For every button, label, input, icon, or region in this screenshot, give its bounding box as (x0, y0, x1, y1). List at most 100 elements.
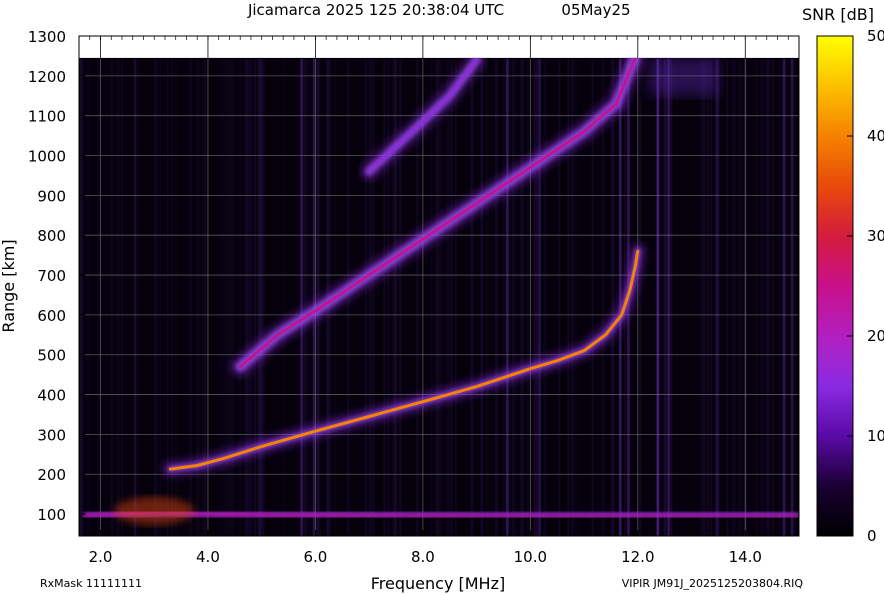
noise-streak (439, 59, 443, 536)
noise-streak (431, 59, 433, 536)
noise-streak (239, 59, 241, 536)
noise-streak (710, 59, 712, 536)
noise-streak (738, 59, 742, 536)
noise-streak (663, 59, 667, 536)
noise-streak (705, 59, 709, 536)
y-tick-label: 800 (37, 227, 66, 245)
chart-title: Jicamarca 2025 125 20:38:04 UTC (247, 1, 504, 19)
x-tick-label: 4.0 (196, 548, 220, 566)
noise-streak (481, 59, 484, 536)
noise-streak (307, 59, 310, 536)
trace-point (634, 266, 636, 268)
colorbar (816, 35, 854, 537)
noise-streak (134, 59, 137, 536)
noise-streak (454, 59, 457, 536)
interference-column (790, 59, 794, 536)
noise-streak (725, 59, 727, 536)
noise-streak (158, 59, 162, 536)
noise-streak (244, 59, 248, 536)
trace-point (637, 250, 639, 252)
y-tick-label: 1300 (28, 28, 66, 46)
y-tick-label: 100 (37, 506, 66, 524)
trace-point (604, 334, 607, 336)
colorbar-tick-label: 40 (867, 127, 884, 145)
noise-streak (391, 59, 394, 536)
noise-streak (248, 59, 252, 536)
y-tick-label: 400 (37, 387, 66, 405)
noise-streak (771, 59, 775, 536)
noise-streak (365, 59, 367, 536)
colorbar-tick-label: 30 (867, 227, 884, 245)
noise-streak (305, 59, 307, 536)
noise-streak (435, 59, 438, 536)
noise-streak (511, 59, 515, 536)
trace-point (475, 202, 478, 205)
date-label: 05May25 (561, 1, 630, 19)
noise-streak (781, 59, 783, 536)
x-tick-label: 14.0 (729, 548, 762, 566)
interference-column (667, 59, 670, 536)
noise-streak (111, 59, 114, 536)
trace-point (475, 385, 478, 388)
clutter-hotspot (114, 496, 195, 525)
noise-streak (526, 59, 530, 536)
x-tick-label: 6.0 (303, 548, 327, 566)
trace-point (411, 130, 413, 133)
trace-point (422, 400, 424, 403)
colorbar-label: SNR [dB] (802, 5, 874, 24)
x-tick-label: 2.0 (89, 548, 113, 566)
noise-streak (376, 59, 378, 536)
noise-streak (731, 59, 733, 536)
noise-streak (446, 59, 450, 536)
trace-point (475, 59, 478, 61)
x-tick-label: 12.0 (621, 548, 654, 566)
noise-streak (368, 59, 372, 536)
y-tick-label: 1200 (28, 68, 66, 86)
noise-streak (794, 59, 796, 536)
noise-streak (80, 59, 84, 536)
noise-streak (766, 59, 769, 536)
noise-streak (520, 59, 524, 536)
noise-streak (371, 59, 375, 536)
noise-streak (638, 59, 642, 536)
y-tick-label: 200 (37, 466, 66, 484)
trace-point (164, 511, 166, 513)
noise-streak (544, 59, 547, 536)
noise-streak (97, 59, 100, 536)
x-tick-label: 8.0 (411, 548, 435, 566)
noise-streak (254, 59, 257, 536)
noise-streak (283, 59, 286, 536)
trace-point (368, 415, 370, 418)
noise-streak (602, 59, 605, 536)
noise-streak (116, 59, 120, 536)
noise-streak (610, 59, 614, 536)
trace-point (620, 314, 623, 316)
colorbar-tick-label: 50 (867, 27, 884, 45)
y-tick-label: 700 (37, 267, 66, 285)
trace-point (277, 334, 279, 336)
noise-streak (87, 59, 91, 536)
y-tick-label: 300 (37, 426, 66, 444)
noise-streak (742, 59, 744, 536)
noise-streak (557, 59, 561, 536)
noise-streak (394, 59, 397, 536)
rxmask-label: RxMask 11111111 (40, 577, 142, 590)
trace-point (368, 170, 370, 173)
noise-streak (486, 59, 489, 536)
interference-column (538, 59, 541, 536)
y-tick-label: 500 (37, 347, 66, 365)
noise-streak (732, 59, 736, 536)
y-tick-label: 600 (37, 307, 66, 325)
y-axis-label: Range [km] (0, 239, 18, 332)
spread-glow (648, 57, 719, 96)
noise-streak (503, 59, 505, 536)
trace-point (368, 274, 370, 276)
trace-point (260, 445, 263, 448)
noise-streak (755, 59, 758, 536)
noise-streak (261, 59, 265, 536)
trace-point (239, 365, 241, 368)
noise-streak (471, 59, 474, 536)
trace-point (314, 310, 317, 312)
trace-point (126, 513, 129, 515)
interference-column (506, 59, 509, 536)
